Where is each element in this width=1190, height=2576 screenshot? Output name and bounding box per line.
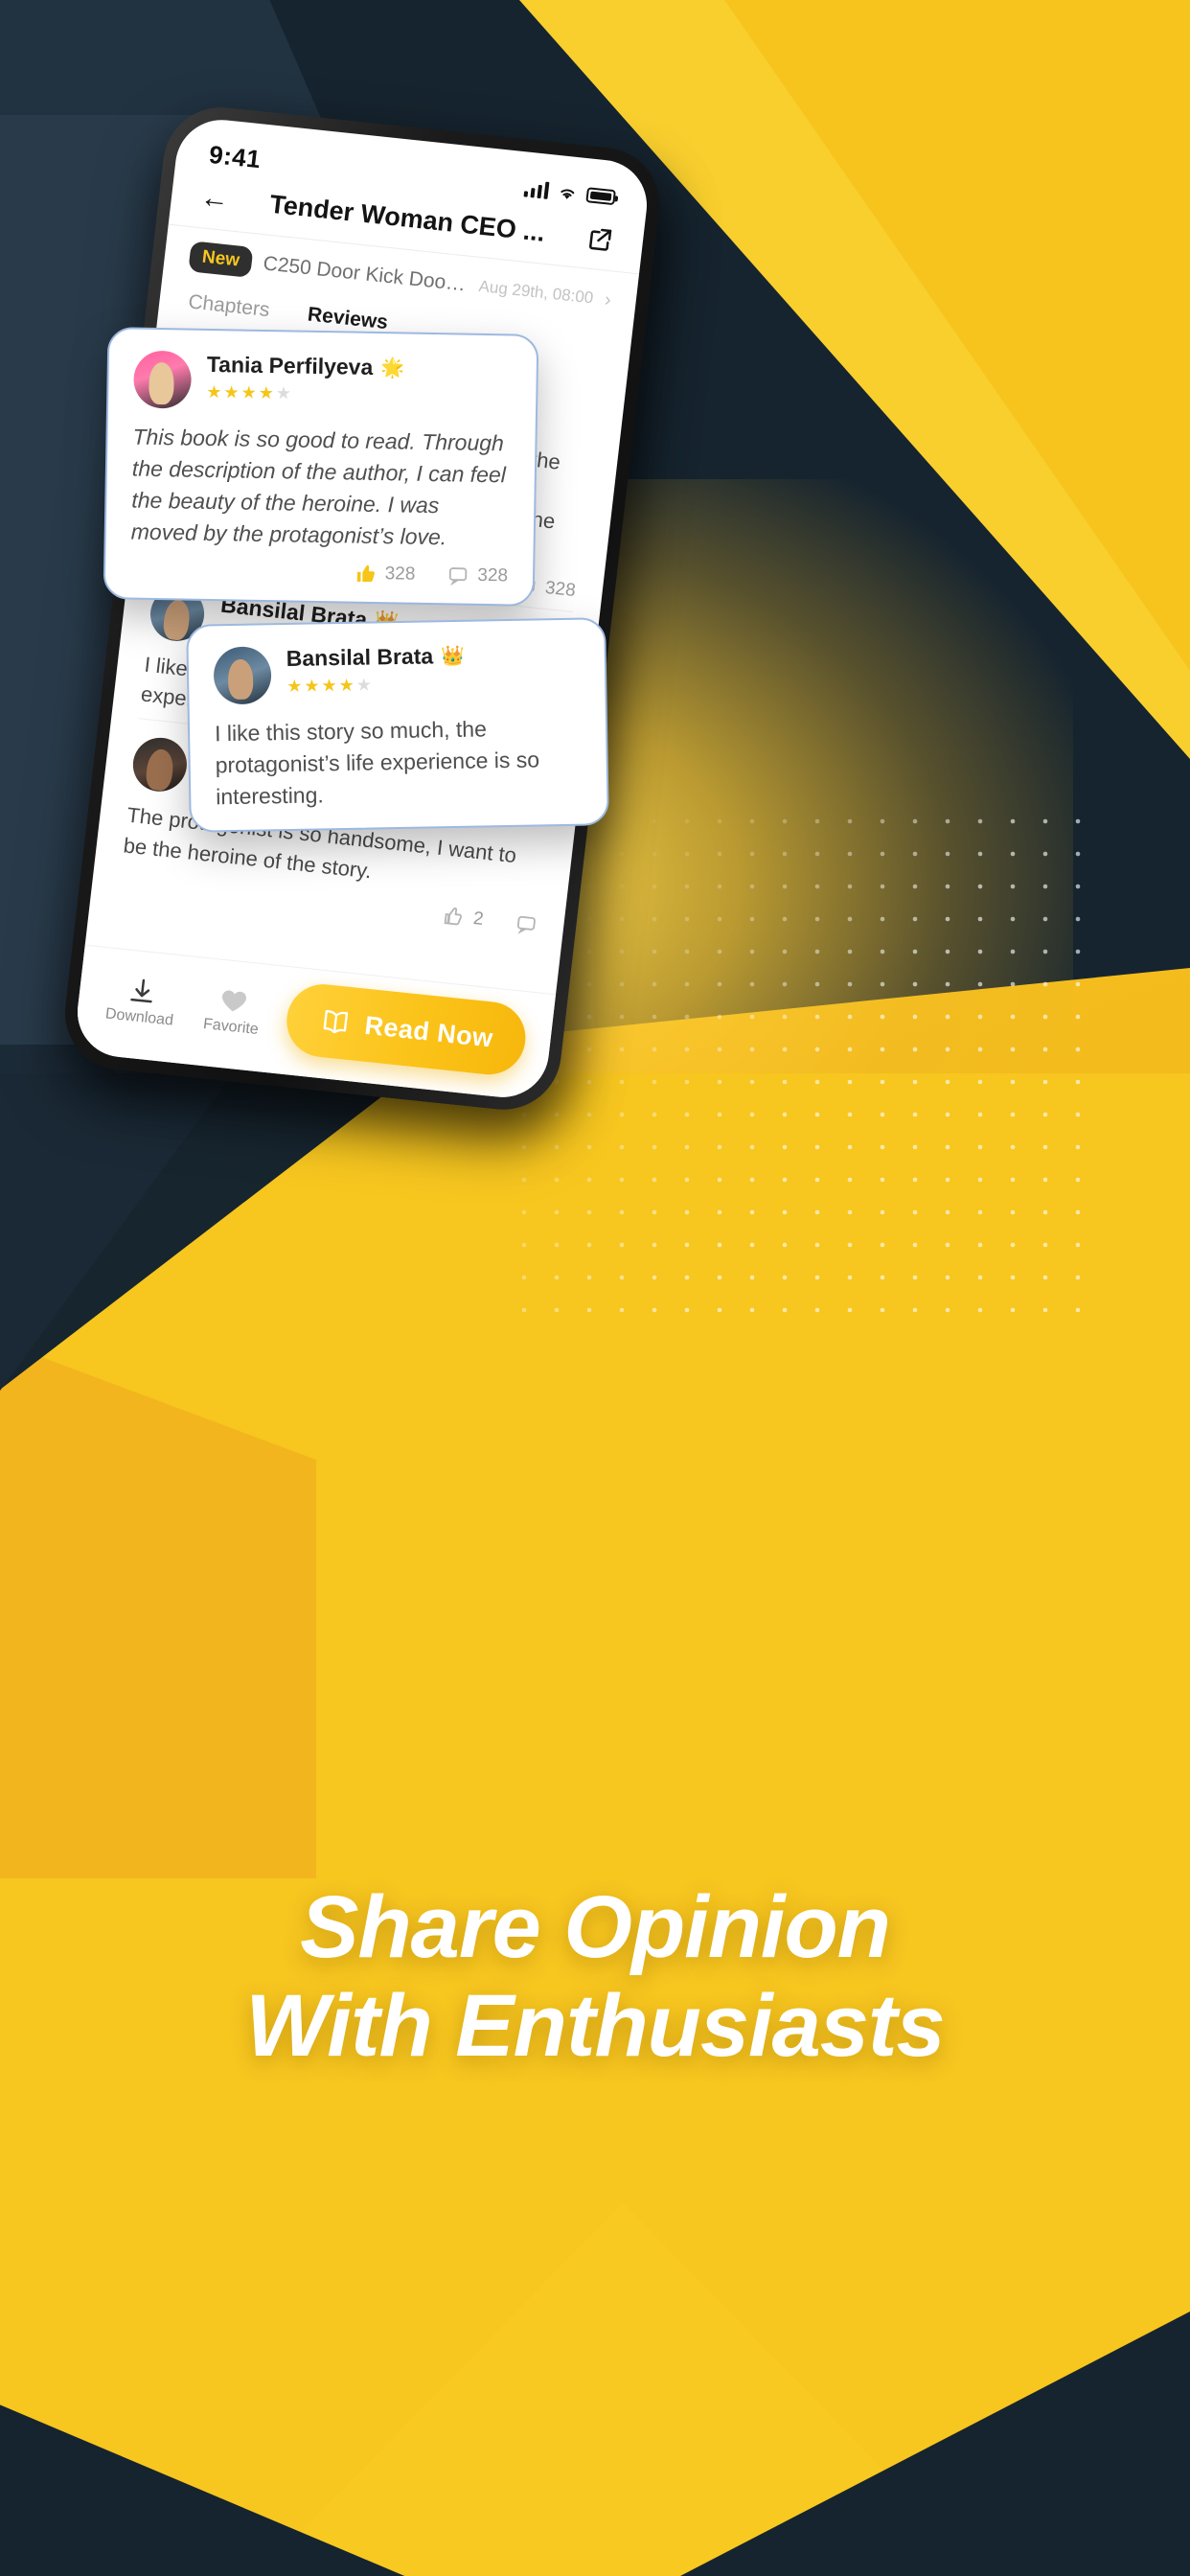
cellular-signal-icon: [523, 179, 550, 199]
thumbs-up-outline-icon: [445, 907, 463, 926]
status-icons: [523, 179, 617, 206]
status-time: 9:41: [207, 139, 263, 174]
avatar: [129, 735, 190, 794]
review-text: I like this story so much, the protagoni…: [214, 716, 540, 810]
battery-full-icon: [585, 186, 617, 205]
like-button[interactable]: 2: [443, 906, 485, 931]
read-now-button[interactable]: Read Now: [283, 980, 530, 1078]
like-count: 2: [471, 908, 485, 930]
chapter-date: Aug 29th, 08:00: [477, 276, 595, 308]
share-external-icon[interactable]: [584, 223, 615, 255]
comment-button[interactable]: [515, 912, 538, 935]
comment-bubble-icon: [516, 915, 536, 934]
chevron-right-icon: ›: [603, 288, 613, 310]
comment-button[interactable]: 328: [447, 565, 508, 587]
avatar: [213, 646, 272, 705]
chapter-title: C250 Door Kick Doorg...: [262, 252, 469, 297]
comment-bubble-icon: [449, 567, 468, 586]
star-rating: ★★★★★: [206, 381, 294, 403]
wifi-icon: [561, 189, 575, 199]
download-label: Download: [104, 1005, 174, 1029]
promo-headline: Share Opinion With Enthusiasts: [0, 1878, 1190, 2076]
download-button[interactable]: Download: [102, 973, 182, 1030]
heart-icon: [221, 990, 246, 1012]
phone-screen: 9:41 ← Tender Woman CEO ... New C250 Doo…: [72, 115, 652, 1102]
gold-star-medal-icon: 🌟: [380, 356, 405, 380]
read-now-label: Read Now: [363, 1010, 495, 1053]
headline-line-2: With Enthusiasts: [245, 1977, 945, 2076]
like-count: 328: [384, 564, 416, 586]
open-book-icon: [323, 1009, 348, 1034]
crown-icon: 👑: [440, 645, 466, 667]
avatar: [133, 350, 193, 409]
star-rating: ★★★★★: [286, 675, 375, 697]
arrow-left-icon[interactable]: ←: [198, 181, 231, 216]
bg-dot-pattern: [508, 805, 1102, 1322]
status-badge: New: [188, 241, 254, 278]
thumbs-up-icon: [356, 565, 375, 583]
favorite-label: Favorite: [202, 1016, 260, 1039]
reviewer-name: Tania Perfilyeva: [206, 351, 374, 380]
favorite-button[interactable]: Favorite: [193, 982, 273, 1040]
reviewer-name: Bansilal Brata: [286, 643, 434, 672]
headline-line-1: Share Opinion: [300, 1878, 891, 1976]
review-actions: 328 328: [130, 560, 508, 587]
highlighted-review-card[interactable]: Tania Perfilyeva 🌟 ★★★★★ This book is so…: [103, 327, 539, 608]
highlighted-review-card[interactable]: Bansilal Brata 👑 ★★★★★ I like this story…: [186, 617, 609, 834]
download-icon: [130, 978, 152, 1003]
review-text: This book is so good to read. Through th…: [130, 424, 507, 550]
comment-count: 328: [543, 577, 577, 602]
like-button[interactable]: 328: [355, 564, 416, 586]
comment-count: 328: [477, 565, 509, 586]
